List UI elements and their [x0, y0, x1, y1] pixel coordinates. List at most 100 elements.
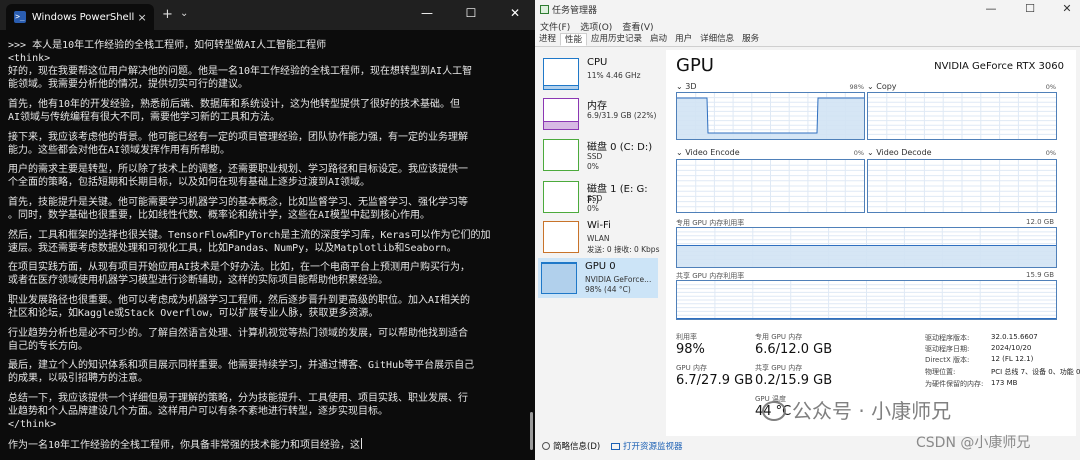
- terminal-line: 接下来，我应该考虑他的背景。他可能已经有一定的项目管理经验，团队协作能力强，有一…: [8, 131, 468, 143]
- gpu-memory-label: GPU 内存: [676, 364, 707, 372]
- terminal-line: 作为一名10年工作经验的全栈工程师，你具备非常强的技术能力和项目经验，这: [8, 437, 363, 451]
- open-resource-monitor-link[interactable]: 打开资源监视器: [611, 440, 683, 452]
- sidebar-item-label: 磁盘 0 (C: D:): [587, 142, 653, 153]
- terminal-line: 总结一下，我应该提供一个详细但易于理解的策略，分为技能提升、工具使用、项目实践、…: [8, 393, 468, 405]
- tab-services[interactable]: 服务: [738, 33, 763, 46]
- tab-startup[interactable]: 启动: [646, 33, 671, 46]
- terminal-line: 的成果，以吸引招聘方的注意。: [8, 373, 148, 385]
- tab-details[interactable]: 详细信息: [696, 33, 738, 46]
- task-manager-window: 任务管理器 — ☐ ✕ 文件(F) 选项(O) 查看(V) 进程 性能 应用历史记录…: [535, 0, 1080, 460]
- sidebar-thumbnail-graph: [543, 221, 579, 253]
- utilization-label: 利用率: [676, 333, 697, 341]
- maximize-button[interactable]: ☐: [462, 6, 480, 20]
- sidebar-item-detail: 11% 4.46 GHz: [587, 71, 641, 80]
- terminal-line: 社区和论坛，如Kaggle或Stack Overflow，可以扩展专业人脉，获取…: [8, 308, 379, 320]
- powershell-tab[interactable]: >_ Windows PowerShell ×: [6, 4, 154, 30]
- menu-options[interactable]: 选项(O): [580, 20, 612, 33]
- powershell-tab-title: Windows PowerShell: [31, 11, 135, 23]
- physical-location-value: PCI 总线 7、设备 0、功能 0: [991, 368, 1080, 376]
- terminal-line: 好的，现在我要帮这位用户解决他的问题。他是一名10年工作经验的全栈工程师，现在想…: [8, 66, 473, 78]
- new-tab-button[interactable]: +: [162, 7, 173, 22]
- terminal-line: AI领域与传统编程有很大不同，需要他学习新的工具和方法。: [8, 111, 281, 123]
- sidebar-item-wifi[interactable]: Wi-Fi WLAN 发送: 0 接收: 0 Kbps: [540, 217, 659, 257]
- minimize-button[interactable]: —: [984, 2, 998, 15]
- terminal-output[interactable]: >>> 本人是10年工作经验的全栈工程师，如何转型做AI人工智能工程师 <thin…: [0, 30, 535, 451]
- sidebar-thumbnail-graph: [543, 139, 579, 171]
- driver-date-value: 2024/10/20: [991, 344, 1032, 352]
- fewer-details-button[interactable]: 简略信息(D): [542, 440, 600, 452]
- menu-view[interactable]: 查看(V): [622, 20, 653, 33]
- terminal-line: 。同时，数学基础也很重要，比如线性代数、概率论和统计学，这些在AI模型中起到核心…: [8, 210, 431, 222]
- sidebar-item-disk1[interactable]: 磁盘 1 (E: G: F:) SSD 0%: [540, 177, 659, 217]
- sidebar-item-detail: WLAN: [587, 234, 610, 243]
- engine-video-decode-percent: 0%: [1045, 149, 1056, 157]
- terminal-line: 行业趋势分析也是必不可少的。了解自然语言处理、计算机视觉等热门领域的发展，可以帮…: [8, 327, 468, 339]
- tab-processes[interactable]: 进程: [535, 33, 560, 46]
- terminal-line: 业趋势和个人品牌建设几个方面。这样用户可以有条不紊地进行转型，逐步实现目标。: [8, 406, 388, 418]
- sidebar-item-label: CPU: [587, 57, 608, 68]
- dedicated-memory-max: 12.0 GB: [1026, 218, 1055, 226]
- sidebar-thumbnail-graph: [543, 58, 579, 90]
- text-cursor: [361, 437, 363, 449]
- directx-version-label: DirectX 版本:: [925, 356, 970, 364]
- terminal-line: 最后，建立个人的知识体系和项目展示同样重要。他需要持续学习，并通过博客、GitH…: [8, 360, 475, 372]
- sidebar-thumbnail-line: [542, 263, 576, 264]
- shared-memory-max: 15.9 GB: [1026, 271, 1055, 279]
- sidebar-thumbnail-graph: [543, 98, 579, 130]
- sidebar-item-memory[interactable]: 内存 6.9/31.9 GB (22%): [540, 94, 659, 134]
- dedicated-memory-value: 6.6/12.0 GB: [755, 342, 833, 357]
- tab-performance[interactable]: 性能: [560, 33, 588, 46]
- sidebar-item-detail: 0%: [587, 204, 599, 213]
- chevron-down-icon[interactable]: ⌄: [180, 8, 188, 19]
- terminal-line: >>> 本人是10年工作经验的全栈工程师，如何转型做AI人工智能工程师: [8, 40, 327, 51]
- sidebar-item-detail: 98% (44 °C): [585, 285, 631, 294]
- sidebar-item-disk0[interactable]: 磁盘 0 (C: D:) SSD 0%: [540, 135, 659, 175]
- sidebar-item-detail: 0%: [587, 162, 599, 171]
- terminal-line: 个全面的策略，包括短期和长期目标，以及如何在现有基础上逐步过渡到AI领域。: [8, 177, 371, 189]
- close-button[interactable]: ✕: [1060, 2, 1074, 15]
- dedicated-memory-label: 专用 GPU 内存: [755, 333, 803, 341]
- wechat-logo-icon: [762, 401, 786, 421]
- terminal-line: 首先，技能提升是关键。他可能需要学习机器学习的基本概念，比如监督学习、无监督学习…: [8, 196, 468, 208]
- scrollbar-thumb[interactable]: [530, 412, 533, 450]
- terminal-line: 然后，工具和框架的选择也很关键。TensorFlow和PyTorch是主流的深度…: [8, 229, 491, 241]
- terminal-line: 在项目实践方面，从现有项目开始应用AI技术是个好办法。比如，在一个电商平台上预测…: [8, 262, 471, 274]
- sidebar-item-label: 内存: [587, 101, 607, 112]
- gpu-detail-panel: GPU NVIDIA GeForce RTX 3060 ⌄ 3D 98% ⌄ C…: [666, 50, 1080, 436]
- physical-location-label: 物理位置:: [925, 368, 956, 376]
- sidebar-item-gpu0[interactable]: GPU 0 NVIDIA GeForce... 98% (44 °C): [538, 258, 658, 298]
- maximize-button[interactable]: ☐: [1023, 2, 1037, 15]
- gpu-model-name: NVIDIA GeForce RTX 3060: [934, 61, 1064, 72]
- tab-bar: 进程 性能 应用历史记录 启动 用户 详细信息 服务: [535, 33, 1080, 47]
- menu-file[interactable]: 文件(F): [540, 20, 570, 33]
- sidebar-thumbnail-line: [544, 121, 578, 123]
- terminal-line: 用户的需求主要是转型，所以除了技术上的调整，还需要职业规划、学习路径和目标设定。…: [8, 164, 468, 176]
- engine-3d-selector[interactable]: ⌄ 3D: [676, 82, 697, 91]
- reserved-memory-value: 173 MB: [991, 379, 1018, 387]
- driver-version-value: 32.0.15.6607: [991, 333, 1038, 341]
- tab-app-history[interactable]: 应用历史记录: [587, 33, 646, 46]
- close-button[interactable]: ✕: [506, 6, 524, 20]
- minimize-button[interactable]: —: [418, 6, 436, 20]
- engine-3d-graph: [676, 92, 865, 140]
- terminal-line: </think>: [8, 419, 57, 431]
- sidebar-item-detail: NVIDIA GeForce...: [585, 275, 652, 284]
- fewer-details-label: 简略信息(D): [553, 442, 601, 452]
- sidebar-item-detail: 发送: 0 接收: 0 Kbps: [587, 245, 660, 254]
- engine-video-encode-selector[interactable]: ⌄ Video Encode: [676, 148, 740, 157]
- engine-video-decode-graph: [867, 159, 1057, 213]
- powershell-icon: >_: [14, 11, 26, 23]
- engine-copy-graph: [867, 92, 1057, 140]
- sidebar-item-label: Wi-Fi: [587, 220, 611, 231]
- engine-copy-selector[interactable]: ⌄ Copy: [867, 82, 897, 91]
- powershell-titlebar: >_ Windows PowerShell × + ⌄ — ☐ ✕: [0, 0, 535, 30]
- terminal-line: 能领域。我需要分析他的情况，提供切实可行的建议。: [8, 79, 248, 91]
- engine-video-encode-graph: [676, 159, 865, 213]
- engine-video-decode-selector[interactable]: ⌄ Video Decode: [867, 148, 932, 157]
- sidebar-thumbnail-fill: [544, 85, 578, 89]
- close-tab-icon[interactable]: ×: [134, 11, 150, 24]
- sidebar-item-cpu[interactable]: CPU 11% 4.46 GHz: [540, 54, 659, 94]
- terminal-line: 或者在医疗领域使用机器学习模型进行诊断辅助，这样的实际项目能帮助他积累经验。: [8, 275, 388, 287]
- tab-users[interactable]: 用户: [671, 33, 696, 46]
- driver-version-label: 驱动程序版本:: [925, 334, 970, 342]
